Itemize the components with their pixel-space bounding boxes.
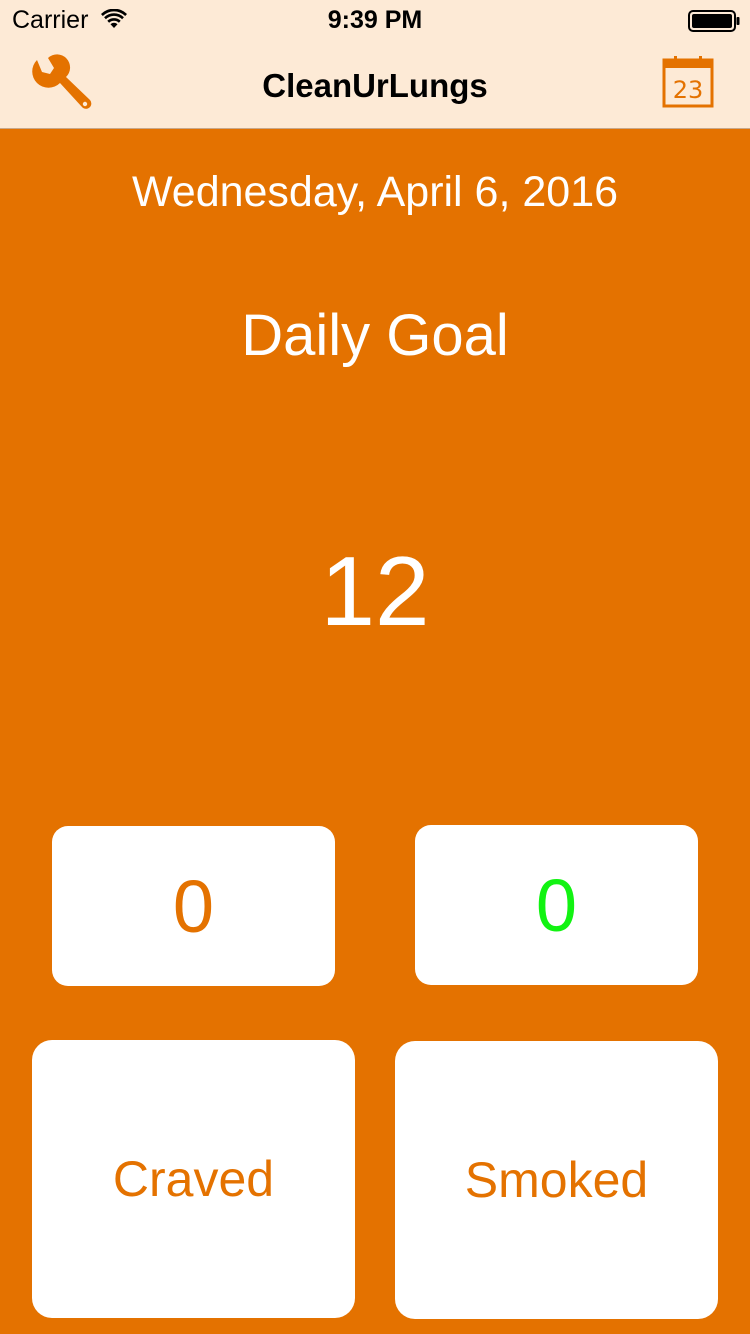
smoked-count-box: 0 xyxy=(415,825,698,985)
battery-icon xyxy=(688,10,740,32)
app-title: CleanUrLungs xyxy=(262,67,488,104)
status-bar: Carrier 9:39 PM xyxy=(0,0,750,40)
daily-goal-title: Daily Goal xyxy=(241,303,509,368)
craved-count-box: 0 xyxy=(52,826,335,986)
calendar-day-label: 23 xyxy=(673,76,704,104)
smoked-button[interactable]: Smoked xyxy=(395,1041,718,1319)
craved-button[interactable]: Craved xyxy=(32,1040,355,1318)
date-label: Wednesday, April 6, 2016 xyxy=(131,168,619,216)
status-time: 9:39 PM xyxy=(327,6,423,34)
daily-goal-value: 12 xyxy=(320,536,430,646)
top-bar: Carrier 9:39 PM CleanUrLungs 23 xyxy=(0,0,750,129)
navigation-bar: CleanUrLungs 23 xyxy=(0,40,750,129)
calendar-icon: 23 xyxy=(662,56,714,108)
calendar-button[interactable]: 23 xyxy=(660,54,716,110)
